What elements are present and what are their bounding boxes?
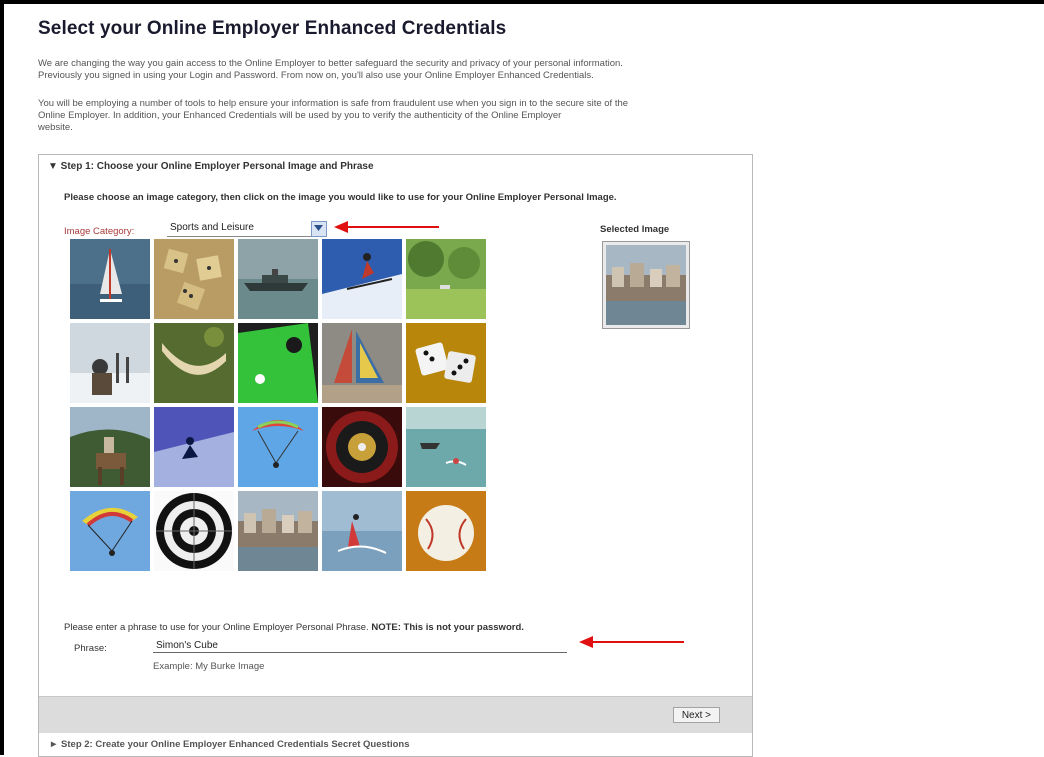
hammock-image[interactable] [154, 323, 234, 403]
dartboard-image[interactable] [154, 491, 234, 571]
horse-rider-image[interactable] [70, 407, 150, 487]
step1-footer: Next > [39, 696, 752, 733]
harbour-town-image[interactable] [238, 491, 318, 571]
water-skier-image[interactable] [322, 491, 402, 571]
baseball-image[interactable] [406, 491, 486, 571]
phrase-instruction-text: Please enter a phrase to use for your On… [64, 622, 369, 633]
white-dice-image[interactable] [406, 323, 486, 403]
phrase-label: Phrase: [74, 643, 107, 654]
phrase-instruction: Please enter a phrase to use for your On… [64, 622, 524, 633]
image-grid [70, 239, 486, 576]
intro-text: We are changing the way you gain access … [38, 58, 623, 69]
intro-text: You will be employing a number of tools … [38, 98, 629, 109]
skier-image[interactable] [322, 239, 402, 319]
page-title: Select your Online Employer Enhanced Cre… [38, 18, 507, 39]
ship-image[interactable] [238, 239, 318, 319]
window-border-top [0, 0, 1044, 4]
parachute-image[interactable] [70, 491, 150, 571]
red-arrow-annotation [334, 221, 439, 233]
intro-paragraph-1: We are changing the way you gain access … [38, 58, 754, 82]
next-button[interactable]: Next > [672, 707, 720, 723]
motorboat-image[interactable] [406, 407, 486, 487]
billiards-image[interactable] [238, 323, 318, 403]
phrase-note: NOTE: This is not your password. [371, 622, 524, 633]
intro-paragraph-2: You will be employing a number of tools … [38, 98, 754, 134]
intro-text: website. [38, 122, 73, 133]
image-category-select[interactable]: Sports and Leisure [167, 221, 327, 237]
red-arrow-annotation [579, 636, 684, 648]
window-border-left [0, 0, 4, 755]
harbour-town-image [606, 245, 686, 325]
selected-image-preview [602, 241, 690, 329]
roulette-image[interactable] [322, 407, 402, 487]
step2-header[interactable]: ► Step 2: Create your Online Employer En… [49, 739, 409, 750]
park-image[interactable] [406, 239, 486, 319]
skiers-resting-image[interactable] [70, 323, 150, 403]
step1-header[interactable]: ▼ Step 1: Choose your Online Employer Pe… [48, 161, 374, 172]
chevron-down-icon[interactable] [311, 221, 327, 237]
selected-image-label: Selected Image [600, 224, 670, 235]
intro-text: Previously you signed in using your Logi… [38, 70, 594, 81]
intro-text: Online Employer. In addition, your Enhan… [38, 110, 562, 121]
ski-slope-image[interactable] [154, 407, 234, 487]
image-category-value: Sports and Leisure [170, 222, 254, 233]
dice-image[interactable] [154, 239, 234, 319]
phrase-example: Example: My Burke Image [153, 661, 265, 672]
image-category-label: Image Category: [64, 226, 135, 237]
step1-panel: ▼ Step 1: Choose your Online Employer Pe… [38, 154, 753, 757]
sailboat-image[interactable] [322, 323, 402, 403]
paraglider-image[interactable] [238, 407, 318, 487]
image-instruction: Please choose an image category, then cl… [64, 192, 617, 203]
phrase-input[interactable] [153, 639, 567, 653]
windsurfer-image[interactable] [70, 239, 150, 319]
